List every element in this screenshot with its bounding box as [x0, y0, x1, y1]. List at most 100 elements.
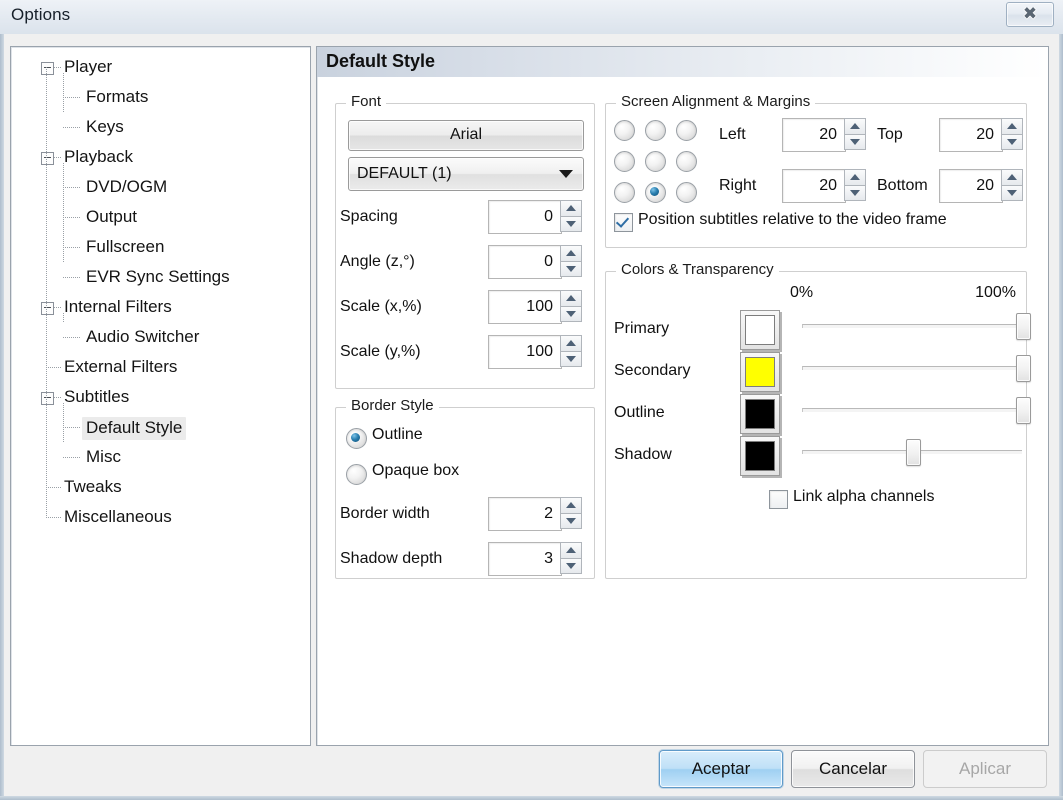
- tree-item-output[interactable]: Output: [11, 203, 310, 233]
- tree-item-fullscreen[interactable]: Fullscreen: [11, 233, 310, 263]
- margin-right-decrement-button[interactable]: [844, 186, 866, 202]
- margin-top-stepper[interactable]: 20: [939, 118, 1023, 150]
- border-width-increment-button[interactable]: [560, 497, 582, 514]
- alignment-radio-bottom-right[interactable]: [676, 182, 697, 203]
- shadow-color-swatch[interactable]: [740, 436, 780, 476]
- scale-y-increment-button[interactable]: [560, 335, 582, 352]
- margin-top-decrement-button[interactable]: [1001, 135, 1023, 151]
- margin-left-spin-buttons[interactable]: [844, 118, 866, 150]
- scale-x-decrement-button[interactable]: [560, 307, 582, 323]
- tree-collapse-icon[interactable]: [41, 392, 54, 405]
- alignment-grid[interactable]: [614, 120, 708, 204]
- margin-right-stepper[interactable]: 20: [782, 169, 866, 201]
- primary-alpha-slider[interactable]: [802, 312, 1022, 338]
- shadow-depth-stepper[interactable]: 3: [488, 542, 584, 574]
- tree-item-formats[interactable]: Formats: [11, 83, 310, 113]
- angle-input[interactable]: 0: [488, 245, 562, 279]
- border-width-stepper[interactable]: 2: [488, 497, 584, 529]
- margin-left-input[interactable]: 20: [782, 118, 846, 152]
- scale-y-spin-buttons[interactable]: [560, 335, 582, 367]
- tree-item-miscellaneous[interactable]: Miscellaneous: [11, 503, 310, 533]
- tree-item-internal-filters[interactable]: Internal Filters: [11, 293, 310, 323]
- tree-collapse-icon[interactable]: [41, 302, 54, 315]
- ok-button[interactable]: Aceptar: [659, 750, 783, 788]
- border-width-decrement-button[interactable]: [560, 514, 582, 530]
- angle-stepper[interactable]: 0: [488, 245, 584, 277]
- tree-item-external-filters[interactable]: External Filters: [11, 353, 310, 383]
- outline-alpha-thumb[interactable]: [1016, 397, 1031, 424]
- secondary-alpha-slider[interactable]: [802, 354, 1022, 380]
- tree-collapse-icon[interactable]: [41, 62, 54, 75]
- alignment-radio-top-left[interactable]: [614, 120, 635, 141]
- alignment-radio-bottom-center[interactable]: [645, 182, 666, 203]
- secondary-alpha-thumb[interactable]: [1016, 355, 1031, 382]
- angle-decrement-button[interactable]: [560, 262, 582, 278]
- position-relative-checkbox[interactable]: [614, 213, 633, 232]
- primary-color-swatch[interactable]: [740, 310, 780, 350]
- radio-opaque-box-indicator[interactable]: [346, 464, 367, 485]
- margin-right-input[interactable]: 20: [782, 169, 846, 203]
- scale-x-input[interactable]: 100: [488, 290, 562, 324]
- scale-x-increment-button[interactable]: [560, 290, 582, 307]
- angle-spin-buttons[interactable]: [560, 245, 582, 277]
- shadow-depth-decrement-button[interactable]: [560, 559, 582, 575]
- border-width-spin-buttons[interactable]: [560, 497, 582, 529]
- margin-top-input[interactable]: 20: [939, 118, 1003, 152]
- outline-color-swatch[interactable]: [740, 394, 780, 434]
- margin-left-decrement-button[interactable]: [844, 135, 866, 151]
- margin-bottom-increment-button[interactable]: [1001, 169, 1023, 186]
- primary-alpha-thumb[interactable]: [1016, 313, 1031, 340]
- radio-outline-indicator[interactable]: [346, 428, 367, 449]
- spacing-spin-buttons[interactable]: [560, 200, 582, 232]
- apply-button[interactable]: Aplicar: [923, 750, 1047, 788]
- margin-bottom-input[interactable]: 20: [939, 169, 1003, 203]
- settings-tree-panel[interactable]: PlayerFormatsKeysPlaybackDVD/OGMOutputFu…: [10, 46, 311, 746]
- margin-top-spin-buttons[interactable]: [1001, 118, 1023, 150]
- tree-item-audio-switcher[interactable]: Audio Switcher: [11, 323, 310, 353]
- shadow-alpha-thumb[interactable]: [906, 439, 921, 466]
- tree-item-evr-sync-settings[interactable]: EVR Sync Settings: [11, 263, 310, 293]
- outline-alpha-slider[interactable]: [802, 396, 1022, 422]
- margin-bottom-decrement-button[interactable]: [1001, 186, 1023, 202]
- scale-y-input[interactable]: 100: [488, 335, 562, 369]
- margin-left-increment-button[interactable]: [844, 118, 866, 135]
- tree-item-keys[interactable]: Keys: [11, 113, 310, 143]
- margin-bottom-spin-buttons[interactable]: [1001, 169, 1023, 201]
- alignment-radio-bottom-left[interactable]: [614, 182, 635, 203]
- tree-item-dvd-ogm[interactable]: DVD/OGM: [11, 173, 310, 203]
- margin-right-spin-buttons[interactable]: [844, 169, 866, 201]
- border-width-input[interactable]: 2: [488, 497, 562, 531]
- alignment-radio-top-right[interactable]: [676, 120, 697, 141]
- tree-item-default-style[interactable]: Default Style: [11, 413, 310, 443]
- alignment-radio-top-center[interactable]: [645, 120, 666, 141]
- secondary-color-swatch[interactable]: [740, 352, 780, 392]
- scale-y-stepper[interactable]: 100: [488, 335, 584, 367]
- alignment-radio-middle-right[interactable]: [676, 151, 697, 172]
- tree-item-subtitles[interactable]: Subtitles: [11, 383, 310, 413]
- angle-increment-button[interactable]: [560, 245, 582, 262]
- style-select[interactable]: DEFAULT (1): [348, 157, 584, 191]
- tree-item-playback[interactable]: Playback: [11, 143, 310, 173]
- tree-item-player[interactable]: Player: [11, 53, 310, 83]
- spacing-increment-button[interactable]: [560, 200, 582, 217]
- shadow-alpha-slider[interactable]: [802, 438, 1022, 464]
- spacing-stepper[interactable]: 0: [488, 200, 584, 232]
- shadow-depth-increment-button[interactable]: [560, 542, 582, 559]
- spacing-input[interactable]: 0: [488, 200, 562, 234]
- shadow-depth-spin-buttons[interactable]: [560, 542, 582, 574]
- link-alpha-checkbox[interactable]: [769, 490, 788, 509]
- margin-left-stepper[interactable]: 20: [782, 118, 866, 150]
- scale-x-spin-buttons[interactable]: [560, 290, 582, 322]
- margin-top-increment-button[interactable]: [1001, 118, 1023, 135]
- alignment-radio-middle-center[interactable]: [645, 151, 666, 172]
- cancel-button[interactable]: Cancelar: [791, 750, 915, 788]
- margin-bottom-stepper[interactable]: 20: [939, 169, 1023, 201]
- margin-right-increment-button[interactable]: [844, 169, 866, 186]
- spacing-decrement-button[interactable]: [560, 217, 582, 233]
- shadow-depth-input[interactable]: 3: [488, 542, 562, 576]
- alignment-radio-middle-left[interactable]: [614, 151, 635, 172]
- font-face-button[interactable]: Arial: [348, 120, 584, 151]
- scale-x-stepper[interactable]: 100: [488, 290, 584, 322]
- close-window-button[interactable]: ✖: [1006, 2, 1054, 27]
- tree-item-misc[interactable]: Misc: [11, 443, 310, 473]
